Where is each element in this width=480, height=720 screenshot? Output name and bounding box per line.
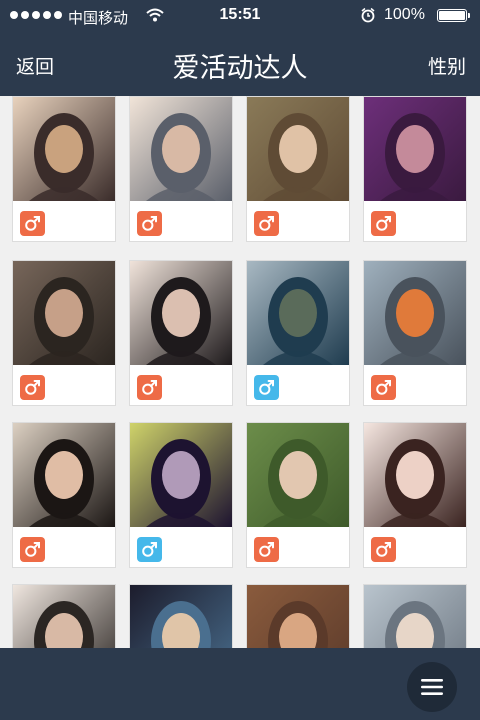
portrait-photo[interactable] <box>364 423 466 527</box>
outdoor-photo[interactable] <box>364 261 466 365</box>
portrait-photo[interactable] <box>13 423 115 527</box>
user-card[interactable] <box>129 584 233 648</box>
user-card[interactable] <box>246 422 350 568</box>
male-symbol-icon <box>25 542 40 557</box>
male-symbol-icon <box>142 380 157 395</box>
battery-percent: 100% <box>384 6 425 23</box>
user-card[interactable] <box>129 422 233 568</box>
user-card[interactable] <box>12 260 116 406</box>
portrait-photo[interactable] <box>247 585 349 648</box>
user-card[interactable] <box>246 584 350 648</box>
hamburger-menu-icon <box>421 679 443 695</box>
portrait-photo[interactable] <box>13 97 115 201</box>
gender-filter-button[interactable]: 性别 <box>428 52 466 79</box>
battery-icon <box>437 9 467 22</box>
alarm-icon <box>360 7 376 27</box>
gender-badge <box>137 211 162 236</box>
navigation-bar: 返回 爱活动达人 性别 <box>0 32 480 96</box>
male-symbol-icon <box>259 542 274 557</box>
user-card[interactable] <box>363 584 467 648</box>
gender-badge <box>371 375 396 400</box>
user-card[interactable] <box>363 260 467 406</box>
gender-badge <box>254 537 279 562</box>
gender-badge <box>371 211 396 236</box>
outdoor-photo[interactable] <box>247 261 349 365</box>
male-symbol-icon <box>376 542 391 557</box>
portrait-photo[interactable] <box>364 97 466 201</box>
user-grid <box>0 96 480 648</box>
user-card[interactable] <box>246 260 350 406</box>
outdoor-photo[interactable] <box>247 423 349 527</box>
gender-badge <box>254 211 279 236</box>
gender-badge <box>371 537 396 562</box>
gender-badge <box>20 537 45 562</box>
outdoor-photo[interactable] <box>364 585 466 648</box>
gender-badge <box>137 537 162 562</box>
status-bar: 中国移动 15:51 100% <box>0 0 480 32</box>
user-card[interactable] <box>12 96 116 242</box>
user-card[interactable] <box>129 260 233 406</box>
portrait-photo[interactable] <box>130 585 232 648</box>
portrait-photo[interactable] <box>13 585 115 648</box>
masked-portrait-photo[interactable] <box>130 423 232 527</box>
user-card[interactable] <box>246 96 350 242</box>
male-symbol-icon <box>259 216 274 231</box>
user-card[interactable] <box>12 422 116 568</box>
menu-button[interactable] <box>407 662 457 712</box>
gender-badge <box>20 375 45 400</box>
male-symbol-icon <box>376 216 391 231</box>
user-card[interactable] <box>363 96 467 242</box>
user-card[interactable] <box>12 584 116 648</box>
gender-badge <box>20 211 45 236</box>
battery-nub <box>468 13 470 18</box>
male-symbol-icon <box>25 380 40 395</box>
portrait-photo[interactable] <box>247 97 349 201</box>
portrait-photo[interactable] <box>130 97 232 201</box>
portrait-photo[interactable] <box>13 261 115 365</box>
male-symbol-icon <box>142 542 157 557</box>
page-title: 爱活动达人 <box>172 53 308 83</box>
male-symbol-icon <box>376 380 391 395</box>
gender-badge <box>254 375 279 400</box>
male-symbol-icon <box>25 216 40 231</box>
user-card[interactable] <box>363 422 467 568</box>
portrait-photo[interactable] <box>130 261 232 365</box>
male-symbol-icon <box>142 216 157 231</box>
user-card[interactable] <box>129 96 233 242</box>
male-symbol-icon <box>259 380 274 395</box>
gender-badge <box>137 375 162 400</box>
